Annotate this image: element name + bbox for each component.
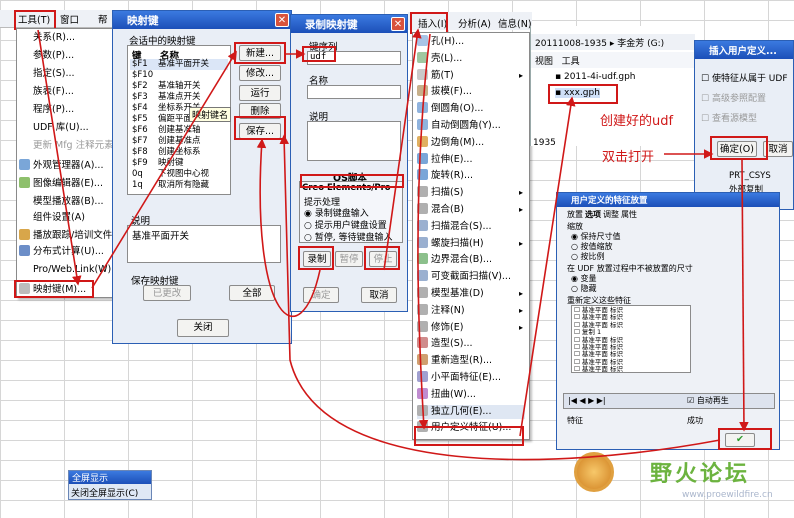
- arrow-tools-to-mapkeys: [37, 29, 82, 286]
- arrow-mapkeys-to-new: [91, 50, 237, 289]
- arrow-confirm-to-save: [279, 134, 721, 461]
- arrow-stop-to-insert: [383, 28, 422, 271]
- arrow-record-curve: [256, 138, 321, 317]
- arrow-udf-to-file: [519, 96, 576, 437]
- arrow-ok-to-confirm: [739, 159, 749, 432]
- annotation-arrows: [37, 28, 749, 461]
- arrow-insert-to-udf: [417, 33, 431, 430]
